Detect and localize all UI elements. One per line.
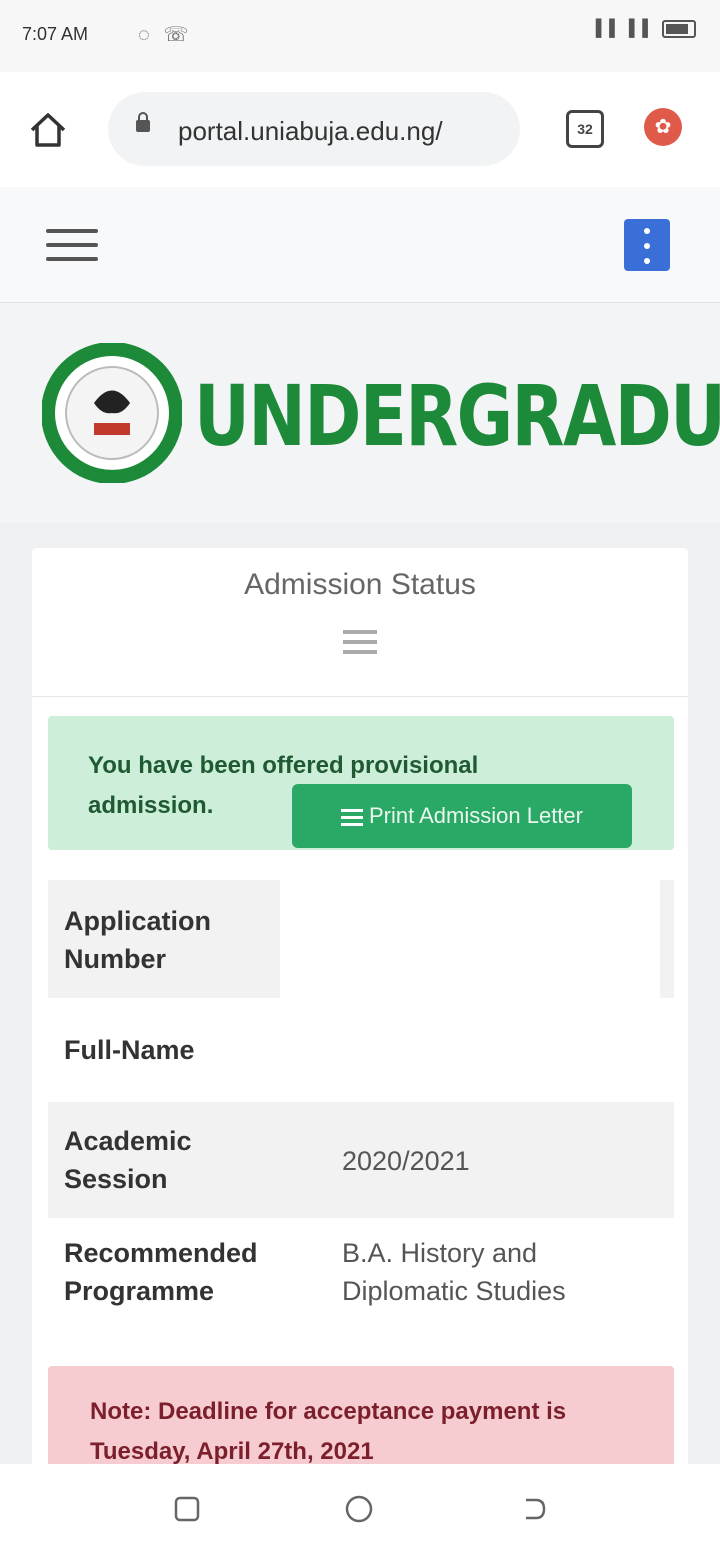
banner-title: UNDERGRADUATE [194, 367, 720, 465]
url-text: portal.uniabuja.edu.ng/ [178, 116, 443, 146]
more-options-button[interactable] [624, 219, 670, 271]
signal-icon: ▌▌ ▌▌ [595, 20, 656, 38]
signal-icons: ▌▌ ▌▌ [596, 20, 696, 38]
portal-banner: UNDERGRADUATE [0, 303, 720, 523]
lock-icon [136, 112, 150, 132]
browser-toolbar: portal.uniabuja.edu.ng/ 32 ✿ [0, 72, 720, 188]
battery-icon [662, 20, 696, 38]
table-row: Recommended Programme B.A. History and D… [48, 1218, 674, 1340]
table-row: Full-Name [48, 998, 674, 1102]
home-icon[interactable] [28, 110, 68, 150]
recent-apps-icon[interactable] [172, 1494, 202, 1524]
status-time: 7:07 AM [22, 24, 89, 44]
system-navigation-bar [0, 1464, 720, 1557]
notification-icons: ◌ ☏ [138, 24, 193, 46]
hamburger-menu-icon[interactable] [46, 229, 98, 261]
row-label: Application Number [64, 906, 211, 974]
admission-details-table: Application Number Full-Name Academic Se… [48, 880, 674, 1340]
site-navbar [0, 187, 720, 303]
row-label: Full-Name [64, 1035, 195, 1065]
extension-icon[interactable]: ✿ [644, 108, 682, 146]
tab-switcher-button[interactable]: 32 [566, 110, 604, 148]
print-admission-letter-button[interactable]: Print Admission Letter [292, 784, 632, 848]
card-title: Admission Status [244, 568, 476, 601]
address-bar[interactable]: portal.uniabuja.edu.ng/ [108, 92, 520, 166]
success-alert: You have been offered provisional admiss… [48, 716, 674, 850]
row-value: 2020/2021 [342, 1146, 470, 1176]
back-icon[interactable] [518, 1494, 548, 1524]
row-value: B.A. History and Diplomatic Studies [342, 1238, 566, 1306]
home-button-icon[interactable] [344, 1494, 374, 1524]
table-row: Application Number [48, 880, 674, 998]
divider [32, 696, 688, 697]
university-logo [42, 343, 182, 483]
print-button-label: Print Admission Letter [369, 803, 583, 828]
status-bar: 7:07 AM ◌ ☏ ▌▌ ▌▌ [0, 0, 720, 72]
list-icon [343, 630, 377, 654]
redacted-area [280, 880, 660, 998]
row-label: Recommended Programme [64, 1238, 258, 1306]
deadline-note: Note: Deadline for acceptance payment is… [90, 1398, 567, 1465]
list-icon [341, 805, 363, 830]
admission-status-card: Admission Status You have been offered p… [32, 548, 688, 1476]
row-label: Academic Session [64, 1126, 192, 1194]
table-row: Academic Session 2020/2021 [48, 1102, 674, 1218]
deadline-alert: Note: Deadline for acceptance payment is… [48, 1366, 674, 1476]
